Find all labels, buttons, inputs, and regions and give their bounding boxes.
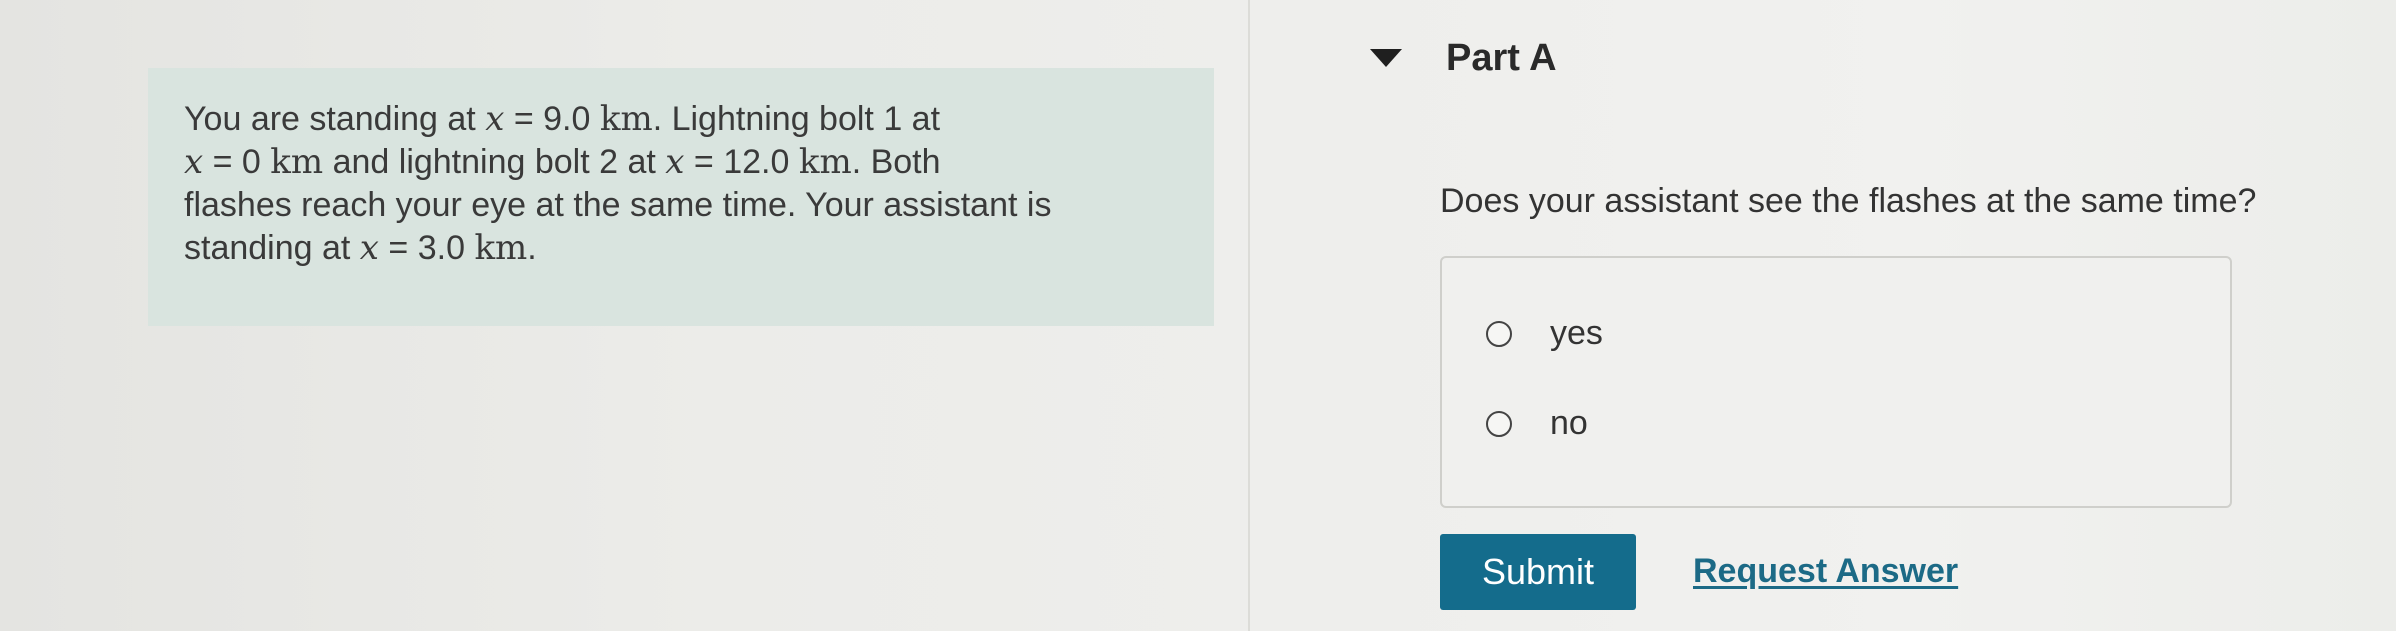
math-variable: x <box>359 228 379 268</box>
part-title: Part A <box>1446 36 1557 79</box>
problem-text-segment: standing at <box>184 229 360 267</box>
question-text: Does your assistant see the flashes at t… <box>1440 182 2257 220</box>
problem-text-segment: flashes reach your eye at the same time.… <box>184 186 1052 224</box>
math-variable: x <box>485 99 505 139</box>
problem-text-segment: You are standing at <box>184 100 486 138</box>
answer-options-box: yes no <box>1440 256 2232 508</box>
problem-text-segment: . Both <box>851 143 941 181</box>
option-label-no: no <box>1550 404 1588 442</box>
problem-line-2: x = 0 km and lightning bolt 2 at x = 12.… <box>184 141 1184 184</box>
problem-statement-box: You are standing at x = 9.0 km. Lightnin… <box>148 68 1214 326</box>
radio-button-yes[interactable] <box>1486 320 1512 347</box>
math-equals-value: = 3.0 <box>378 229 475 267</box>
radio-button-no[interactable] <box>1486 410 1512 437</box>
panel-divider <box>1248 0 1250 631</box>
math-variable: x <box>665 142 685 182</box>
problem-text: You are standing at x = 9.0 km. Lightnin… <box>184 98 1184 270</box>
caret-down-icon[interactable] <box>1370 49 1402 67</box>
request-answer-link[interactable]: Request Answer <box>1693 552 1958 591</box>
problem-line-3: flashes reach your eye at the same time.… <box>184 184 1184 227</box>
math-equals-value: = 12.0 <box>684 143 799 181</box>
math-equals-value: = 9.0 <box>504 100 600 138</box>
math-unit: km <box>599 99 653 139</box>
problem-text-segment: . <box>527 229 537 267</box>
problem-line-1: You are standing at x = 9.0 km. Lightnin… <box>184 98 1184 141</box>
problem-line-4: standing at x = 3.0 km. <box>184 227 1184 270</box>
screen: You are standing at x = 9.0 km. Lightnin… <box>0 0 2396 631</box>
problem-text-segment: . Lightning bolt 1 at <box>652 100 941 138</box>
option-yes[interactable]: yes <box>1486 314 1603 353</box>
math-unit: km <box>270 142 324 182</box>
math-variable: x <box>184 142 204 182</box>
math-equals-value: = 0 <box>203 143 271 181</box>
problem-text-segment: and lightning bolt 2 at <box>323 143 666 181</box>
math-unit: km <box>474 228 528 268</box>
math-unit: km <box>798 142 852 182</box>
option-no[interactable]: no <box>1486 404 1588 443</box>
option-label-yes: yes <box>1550 314 1603 352</box>
part-a-header[interactable]: Part A <box>1370 28 1557 88</box>
submit-button[interactable]: Submit <box>1440 534 1636 610</box>
